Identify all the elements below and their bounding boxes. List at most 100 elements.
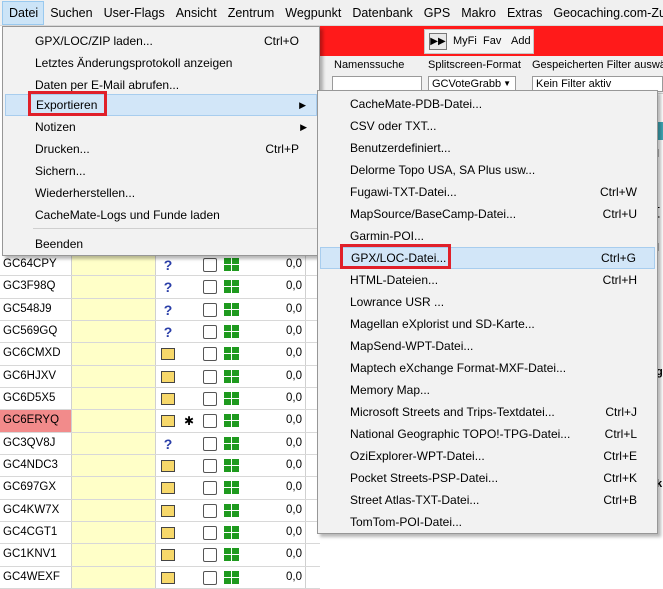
export-menu-item[interactable]: Garmin-POI... xyxy=(320,225,655,247)
myfi-button[interactable]: MyFi xyxy=(453,35,477,47)
play-icon[interactable]: ▶▶ xyxy=(429,33,447,50)
table-row[interactable]: GC64CPY? 0,0 xyxy=(0,254,320,277)
datei-menu-item[interactable]: Notizen ▶ xyxy=(5,116,317,138)
menubar-item[interactable]: User-Flags xyxy=(98,0,170,25)
table-row[interactable]: GC6HJXV 0,0 xyxy=(0,365,320,389)
menu-item-label: Microsoft Streets and Trips-Textdatei... xyxy=(350,405,555,419)
export-menu-item[interactable]: Maptech eXchange Format-MXF-Datei... xyxy=(320,357,655,379)
export-submenu: CacheMate-PDB-Datei... CSV oder TXT... Ben… xyxy=(317,90,658,534)
export-menu-item[interactable]: Fugawi-TXT-Datei... Ctrl+W xyxy=(320,181,655,203)
row-checkbox[interactable] xyxy=(203,392,217,407)
menubar-item[interactable]: Zentrum xyxy=(222,0,280,25)
datei-menu-item[interactable]: GPX/LOC/ZIP laden... Ctrl+O xyxy=(5,30,317,52)
export-menu-item[interactable]: Street Atlas-TXT-Datei... Ctrl+B xyxy=(320,489,655,511)
question-icon: ? xyxy=(163,257,173,273)
export-menu-item[interactable]: Pocket Streets-PSP-Datei... Ctrl+K xyxy=(320,467,655,489)
table-row[interactable]: GC6ERYQ ✱ 0,0 xyxy=(0,410,320,433)
row-checkbox[interactable] xyxy=(203,526,217,541)
menubar-item[interactable]: Wegpunkt xyxy=(279,0,346,25)
row-checkbox[interactable] xyxy=(203,570,217,585)
export-menu-item[interactable]: TomTom-POI-Datei... xyxy=(320,511,655,533)
export-menu-item[interactable]: MapSource/BaseCamp-Datei... Ctrl+U xyxy=(320,203,655,225)
menu-item-label: Fugawi-TXT-Datei... xyxy=(350,185,457,199)
cache-code: GC64CPY xyxy=(0,254,72,276)
menubar-item[interactable]: Makro xyxy=(455,0,501,25)
menubar-item[interactable]: Extras xyxy=(501,0,547,25)
export-menu-item[interactable]: Benutzerdefiniert... xyxy=(320,137,655,159)
export-menu-item[interactable]: Magellan eXplorist und SD-Karte... xyxy=(320,313,655,335)
splitscreen-label: Splitscreen-Format xyxy=(428,59,521,71)
export-menu-item[interactable]: OziExplorer-WPT-Datei... Ctrl+E xyxy=(320,445,655,467)
filter-bar: Namenssuche Splitscreen-Format GCVoteGra… xyxy=(320,56,663,94)
datei-menu-item[interactable]: Wiederherstellen... xyxy=(5,182,317,204)
menu-bar: Datei Suchen User-Flags Ansicht Zentrum Wegpu… xyxy=(0,0,663,26)
table-row[interactable]: GC6D5X5 0,0 xyxy=(0,388,320,411)
menubar-item[interactable]: Suchen xyxy=(44,0,97,25)
menubar-item[interactable]: Datenbank xyxy=(346,0,417,25)
traditional-cache-icon xyxy=(161,504,175,517)
datei-menu-item[interactable]: Daten per E-Mail abrufen... xyxy=(5,74,317,96)
cache-code: GC548J9 xyxy=(0,298,72,321)
export-menu-item[interactable]: CacheMate-PDB-Datei... xyxy=(320,93,655,115)
export-menu-item[interactable]: Delorme Topo USA, SA Plus usw... xyxy=(320,159,655,181)
table-row[interactable]: GC4CGT1 0,0 xyxy=(0,522,320,545)
menu-item-shortcut: Ctrl+P xyxy=(265,142,299,156)
table-row[interactable]: GC1KNV1 0,0 xyxy=(0,544,320,567)
datei-menu-item[interactable]: Beenden xyxy=(5,233,317,255)
distance-value: 0,0 xyxy=(286,302,302,315)
table-row[interactable]: GC548J9? 0,0 xyxy=(0,298,320,322)
export-menu-item[interactable]: CSV oder TXT... xyxy=(320,115,655,137)
row-checkbox[interactable] xyxy=(203,369,217,384)
menu-item-shortcut: Ctrl+H xyxy=(602,273,637,287)
fav-button[interactable]: Fav xyxy=(483,35,501,47)
status-grid-icon xyxy=(224,392,240,406)
row-checkbox[interactable] xyxy=(203,347,217,362)
menu-item-label: Beenden xyxy=(35,237,84,251)
status-grid-icon xyxy=(224,459,240,473)
distance-value: 0,0 xyxy=(286,258,302,270)
row-checkbox[interactable] xyxy=(203,302,217,317)
menubar-item[interactable]: Datei xyxy=(2,1,45,25)
row-checkbox[interactable] xyxy=(203,325,217,340)
menu-item-label: Memory Map... xyxy=(350,383,431,397)
add-button[interactable]: Add xyxy=(511,35,531,47)
table-row[interactable]: GC3QV8J? 0,0 xyxy=(0,432,320,456)
table-row[interactable]: GC569GQ? 0,0 xyxy=(0,321,320,344)
user-note-cell xyxy=(72,276,156,298)
user-note-cell xyxy=(72,343,156,365)
row-checkbox[interactable] xyxy=(203,481,217,496)
row-checkbox[interactable] xyxy=(203,258,217,272)
menubar-item[interactable]: GPS xyxy=(418,0,455,25)
table-row[interactable]: GC4KW7X 0,0 xyxy=(0,499,320,523)
export-menu-item[interactable]: GPX/LOC-Datei... Ctrl+G xyxy=(320,247,655,269)
export-menu-item[interactable]: National Geographic TOPO!-TPG-Datei... Ct… xyxy=(320,423,655,445)
row-checkbox[interactable] xyxy=(203,548,217,563)
row-checkbox[interactable] xyxy=(203,503,217,518)
row-checkbox[interactable] xyxy=(203,414,217,429)
export-menu-item[interactable]: Microsoft Streets and Trips-Textdatei...… xyxy=(320,401,655,423)
menu-item-label: MapSend-WPT-Datei... xyxy=(350,339,474,353)
menu-item-shortcut: Ctrl+O xyxy=(263,34,299,48)
table-row[interactable]: GC6CMXD 0,0 xyxy=(0,343,320,366)
datei-menu-item[interactable]: Exportieren ▶ xyxy=(5,94,317,116)
export-menu-item[interactable]: Memory Map... xyxy=(320,379,655,401)
menu-item-label: Wiederherstellen... xyxy=(35,186,136,200)
table-row[interactable]: GC4NDC3 0,0 xyxy=(0,455,320,478)
table-row[interactable]: GC697GX 0,0 xyxy=(0,477,320,500)
export-menu-item[interactable]: HTML-Dateien... Ctrl+H xyxy=(320,269,655,291)
distance-value: 0,0 xyxy=(286,325,302,338)
datei-menu-item[interactable]: Sichern... xyxy=(5,160,317,182)
row-checkbox[interactable] xyxy=(203,280,217,295)
export-menu-item[interactable]: MapSend-WPT-Datei... xyxy=(320,335,655,357)
datei-menu-item[interactable]: CacheMate-Logs und Funde laden xyxy=(5,204,317,226)
menubar-item[interactable]: Ansicht xyxy=(170,0,222,25)
table-row[interactable]: GC3F98Q? 0,0 xyxy=(0,276,320,299)
row-checkbox[interactable] xyxy=(203,436,217,451)
question-icon: ? xyxy=(163,324,173,341)
datei-menu-item[interactable]: Drucken... Ctrl+P xyxy=(5,138,317,160)
menubar-item[interactable]: Geocaching.com-Zugriff xyxy=(547,0,663,25)
datei-menu-item[interactable]: Letztes Änderungsprotokoll anzeigen xyxy=(5,52,317,74)
export-menu-item[interactable]: Lowrance USR ... xyxy=(320,291,655,313)
row-checkbox[interactable] xyxy=(203,459,217,474)
table-row[interactable]: GC4WEXF 0,0 xyxy=(0,566,320,589)
